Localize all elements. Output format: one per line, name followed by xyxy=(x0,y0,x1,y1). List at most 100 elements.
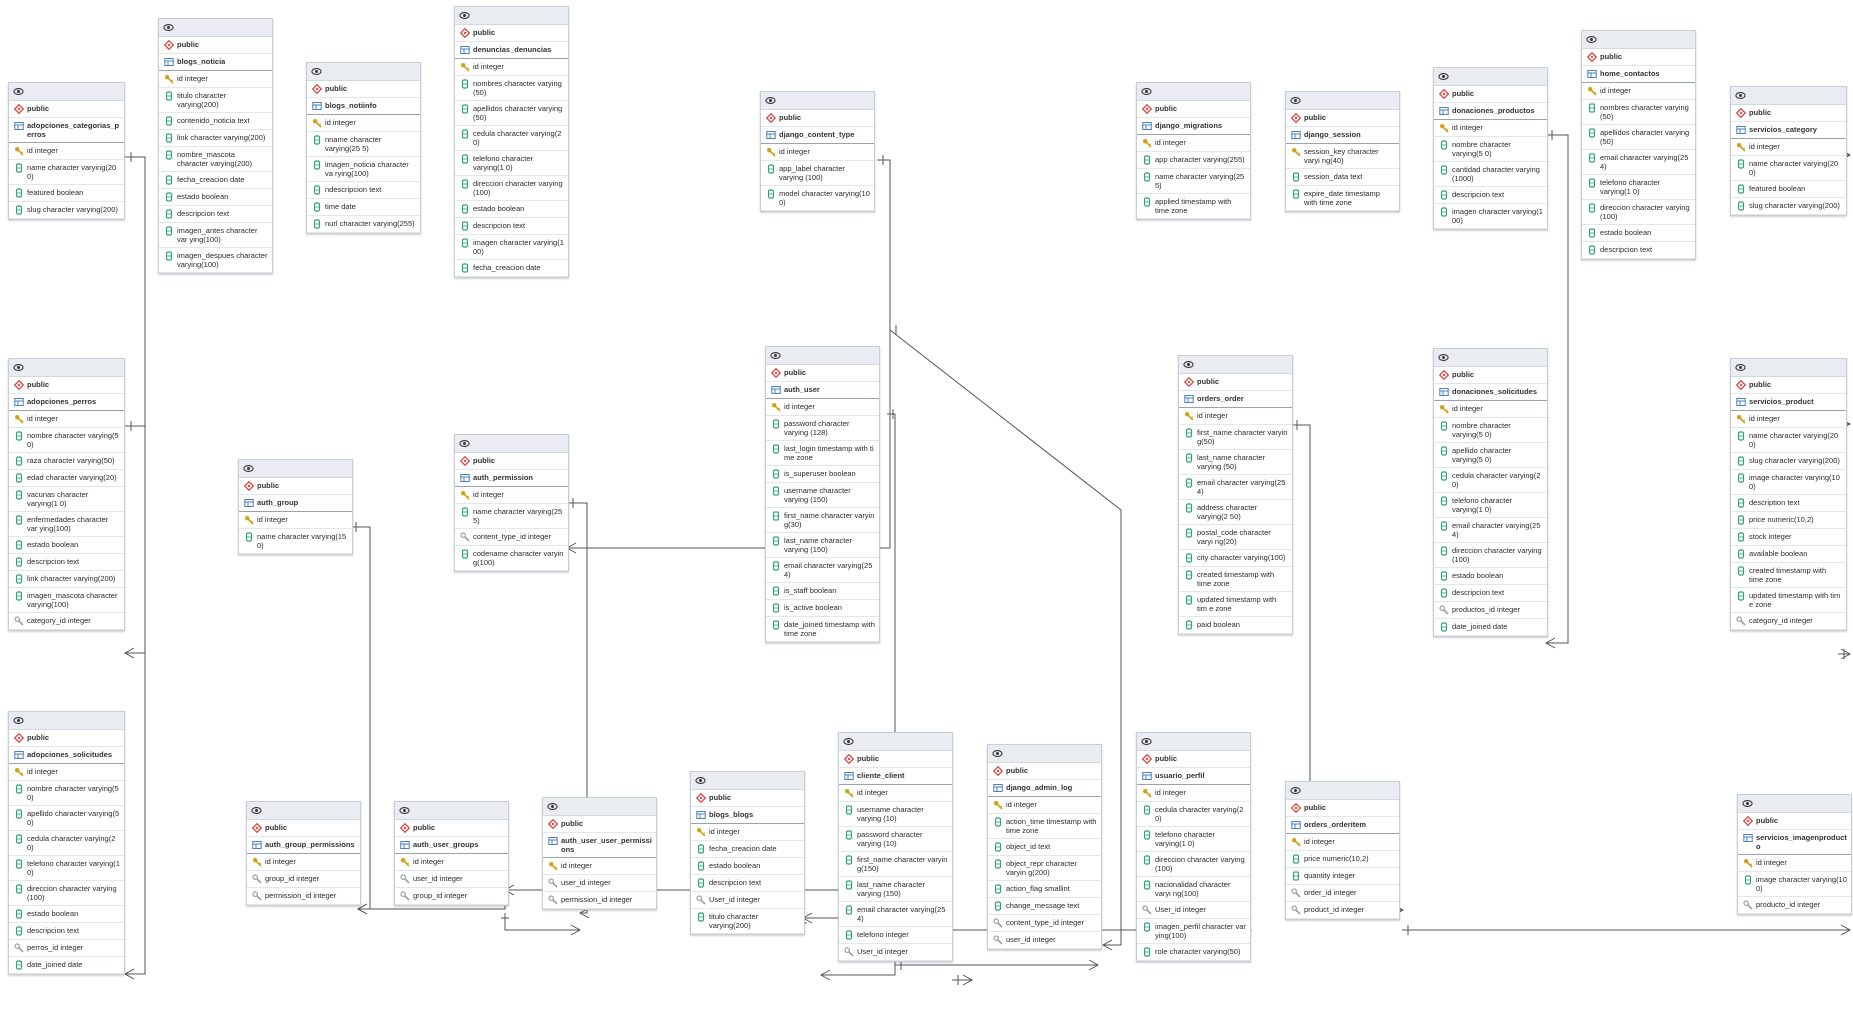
column-row[interactable]: id integer xyxy=(9,764,124,781)
column-row[interactable]: email character varying(25 4) xyxy=(766,558,879,583)
column-row[interactable]: object_repr character varyin g(200) xyxy=(988,856,1101,881)
column-row[interactable]: id integer xyxy=(9,143,124,160)
column-row[interactable]: direccion character varying (100) xyxy=(9,881,124,906)
table-name[interactable]: cliente_client xyxy=(839,768,952,785)
table-card-blogs-noticia[interactable]: public blogs_noticia id integer titulo char… xyxy=(158,18,273,274)
eye-icon[interactable] xyxy=(1735,90,1746,101)
column-row[interactable]: group_id integer xyxy=(247,871,360,888)
column-row[interactable]: nombres character varying (50) xyxy=(455,76,568,101)
column-row[interactable]: permission_id integer xyxy=(247,888,360,905)
eye-icon[interactable] xyxy=(13,715,24,726)
column-row[interactable]: app character varying(255) xyxy=(1137,152,1250,169)
column-row[interactable]: email character varying(25 4) xyxy=(839,902,952,927)
column-row[interactable]: estado boolean xyxy=(455,201,568,218)
eye-icon[interactable] xyxy=(459,438,470,449)
table-card-home-contactos[interactable]: public home_contactos id integer nombres ch… xyxy=(1581,30,1696,260)
column-row[interactable]: cedula character varying(2 0) xyxy=(1137,802,1250,827)
eye-icon[interactable] xyxy=(695,775,706,786)
eye-icon[interactable] xyxy=(163,22,174,33)
table-name[interactable]: donaciones_solicitudes xyxy=(1434,384,1547,401)
table-card-adopciones-categorias-perros[interactable]: public adopciones_categorias_p erros id in… xyxy=(8,82,125,220)
column-row[interactable]: telefono character varying(1 0) xyxy=(1434,493,1547,518)
column-row[interactable]: slug character varying(200) xyxy=(1731,198,1846,215)
column-row[interactable]: content_type_id integer xyxy=(988,915,1101,932)
column-row[interactable]: nurl character varying(255) xyxy=(307,216,420,233)
table-card-blogs-blogs[interactable]: public blogs_blogs id integer fecha_creacio… xyxy=(690,771,805,935)
column-row[interactable]: name character varying(25 5) xyxy=(1137,169,1250,194)
column-row[interactable]: price numeric(10,2) xyxy=(1286,851,1399,868)
column-row[interactable]: id integer xyxy=(543,858,656,875)
column-row[interactable]: password character varying (128) xyxy=(766,416,879,441)
table-card-donaciones-productos[interactable]: public donaciones_productos id integer nomb… xyxy=(1433,67,1548,230)
column-row[interactable]: quantity integer xyxy=(1286,868,1399,885)
column-row[interactable]: nombre character varying(5 0) xyxy=(1434,137,1547,162)
column-row[interactable]: imagen_mascota character varying(100) xyxy=(9,588,124,613)
table-card-auth-group[interactable]: public auth_group id integer name character… xyxy=(238,459,353,555)
column-row[interactable]: estado boolean xyxy=(1434,568,1547,585)
column-row[interactable]: estado boolean xyxy=(691,858,804,875)
eye-icon[interactable] xyxy=(13,362,24,373)
column-row[interactable]: applied timestamp with time zone xyxy=(1137,194,1250,219)
column-row[interactable]: available boolean xyxy=(1731,546,1846,563)
column-row[interactable]: id integer xyxy=(307,115,420,132)
table-name[interactable]: blogs_notiinfo xyxy=(307,98,420,115)
column-row[interactable]: id integer xyxy=(455,487,568,504)
column-row[interactable]: first_name character varyin g(150) xyxy=(839,852,952,877)
column-row[interactable]: slug character varying(200) xyxy=(9,202,124,219)
table-name[interactable]: django_content_type xyxy=(761,127,874,144)
column-row[interactable]: permission_id integer xyxy=(543,892,656,909)
eye-icon[interactable] xyxy=(1290,785,1301,796)
column-row[interactable]: last_name character varying (150) xyxy=(766,533,879,558)
column-row[interactable]: nname character varying(25 5) xyxy=(307,132,420,157)
column-row[interactable]: cedula character varying(2 0) xyxy=(455,126,568,151)
column-row[interactable]: description text xyxy=(1731,495,1846,512)
table-name[interactable]: auth_user xyxy=(766,382,879,399)
column-row[interactable]: is_staff boolean xyxy=(766,583,879,600)
column-row[interactable]: created timestamp with time zone xyxy=(1731,563,1846,588)
table-name[interactable]: donaciones_productos xyxy=(1434,103,1547,120)
table-name[interactable]: django_migrations xyxy=(1137,118,1250,135)
column-row[interactable]: id integer xyxy=(1179,408,1292,425)
column-row[interactable]: descripcion text xyxy=(9,554,124,571)
eye-icon[interactable] xyxy=(13,86,24,97)
column-row[interactable]: id integer xyxy=(988,797,1101,814)
column-row[interactable]: id integer xyxy=(455,59,568,76)
column-row[interactable]: category_id integer xyxy=(9,613,124,630)
column-row[interactable]: id integer xyxy=(1731,139,1846,156)
column-row[interactable]: stock integer xyxy=(1731,529,1846,546)
column-row[interactable]: id integer xyxy=(1582,83,1695,100)
column-row[interactable]: estado boolean xyxy=(9,906,124,923)
column-row[interactable]: expire_date timestamp with time zone xyxy=(1286,186,1399,211)
column-row[interactable]: perros_id integer xyxy=(9,940,124,957)
column-row[interactable]: telefono character varying(1 0) xyxy=(9,856,124,881)
column-row[interactable]: updated timestamp with tim e zone xyxy=(1179,592,1292,617)
eye-icon[interactable] xyxy=(1438,352,1449,363)
column-row[interactable]: fecha_creacion date xyxy=(159,172,272,189)
column-row[interactable]: id integer xyxy=(1434,401,1547,418)
column-row[interactable]: telefono character varying(1 0) xyxy=(1137,827,1250,852)
column-row[interactable]: first_name character varyin g(30) xyxy=(766,508,879,533)
eye-icon[interactable] xyxy=(1438,71,1449,82)
column-row[interactable]: updated timestamp with tim e zone xyxy=(1731,588,1846,613)
column-row[interactable]: direccion character varying (100) xyxy=(1434,543,1547,568)
column-row[interactable]: id integer xyxy=(1137,785,1250,802)
eye-icon[interactable] xyxy=(1290,95,1301,106)
table-name[interactable]: orders_order xyxy=(1179,391,1292,408)
column-row[interactable]: name character varying(20 0) xyxy=(9,160,124,185)
column-row[interactable]: time date xyxy=(307,199,420,216)
column-row[interactable]: imagen character varying(1 00) xyxy=(1434,204,1547,229)
column-row[interactable]: date_joined date xyxy=(1434,619,1547,636)
table-name[interactable]: adopciones_solicitudes xyxy=(9,747,124,764)
column-row[interactable]: telefono integer xyxy=(839,927,952,944)
table-card-servicios-product[interactable]: public servicios_product id integer name ch… xyxy=(1730,358,1847,631)
column-row[interactable]: user_id integer xyxy=(988,932,1101,949)
eye-icon[interactable] xyxy=(547,801,558,812)
column-row[interactable]: image character varying(10 0) xyxy=(1738,872,1851,897)
table-card-django-session[interactable]: public django_session session_key characte… xyxy=(1285,91,1400,212)
column-row[interactable]: ndescripcion text xyxy=(307,182,420,199)
column-row[interactable]: vacunas character varying(1 0) xyxy=(9,487,124,512)
column-row[interactable]: session_data text xyxy=(1286,169,1399,186)
column-row[interactable]: direccion character varying (100) xyxy=(455,176,568,201)
table-card-usuario-perfil[interactable]: public usuario_perfil id integer cedula cha… xyxy=(1136,732,1251,962)
eye-icon[interactable] xyxy=(992,748,1003,759)
